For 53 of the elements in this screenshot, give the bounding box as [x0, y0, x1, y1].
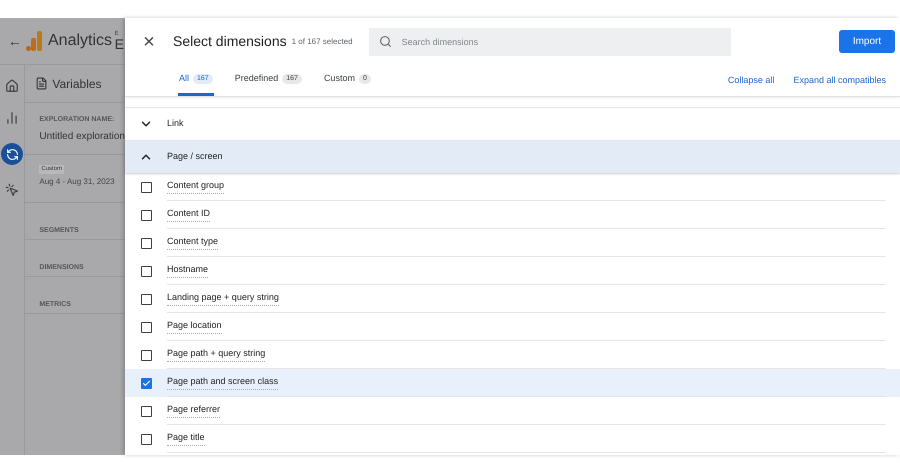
- exploration-name: Untitled exploration: [39, 130, 125, 144]
- dimension-row[interactable]: Content group: [125, 173, 900, 201]
- back-arrow[interactable]: ←: [0, 30, 30, 52]
- checkbox[interactable]: [140, 378, 152, 388]
- checkbox[interactable]: [140, 350, 152, 360]
- search-icon: [378, 34, 392, 48]
- dimension-row[interactable]: Hostname: [125, 257, 900, 285]
- dimension-label: Content type: [167, 235, 218, 250]
- import-button[interactable]: Import: [839, 30, 895, 53]
- checkbox[interactable]: [140, 182, 152, 192]
- dimension-label: Page location: [167, 319, 222, 334]
- dimension-label: Page referrer: [167, 403, 220, 418]
- selection-count: 1 of 167 selected: [292, 36, 353, 48]
- checkbox[interactable]: [140, 294, 152, 304]
- header-text: E: [114, 37, 124, 51]
- dimension-row[interactable]: Page referrer: [125, 397, 900, 425]
- dimension-row[interactable]: Page path and screen class: [125, 369, 900, 397]
- dimension-label: Page title: [167, 431, 205, 446]
- tab-label: Custom: [324, 72, 355, 86]
- group-label: Link: [167, 117, 184, 130]
- home-icon[interactable]: [5, 79, 20, 93]
- dimension-row[interactable]: Landing page + query string: [125, 285, 900, 313]
- dimension-label: Page path + query string: [167, 347, 266, 362]
- tab-label: All: [179, 72, 190, 86]
- app-name: Analytics: [48, 31, 112, 51]
- panel-title: Variables: [52, 76, 102, 92]
- tab-label: Predefined: [234, 72, 278, 86]
- group-header[interactable]: Page / screen: [125, 140, 900, 173]
- dimension-label: Content group: [167, 179, 224, 194]
- analytics-logo-icon: [26, 31, 42, 51]
- dimension-label: Hostname: [167, 263, 208, 278]
- checkbox[interactable]: [140, 266, 152, 276]
- dimension-label: Landing page + query string: [167, 291, 279, 306]
- dimension-row[interactable]: Content type: [125, 229, 900, 257]
- dimension-row[interactable]: Page location: [125, 313, 900, 341]
- action-link[interactable]: Collapse all: [728, 74, 774, 88]
- variables-icon: [35, 77, 48, 90]
- date-range: Aug 4 - Aug 31, 2023: [39, 176, 115, 188]
- dimension-row[interactable]: Content ID: [125, 201, 900, 229]
- action-link[interactable]: Expand all compatibles: [793, 74, 886, 88]
- group-label: Page / screen: [167, 150, 223, 164]
- checkbox[interactable]: [140, 406, 152, 416]
- checkbox[interactable]: [140, 322, 152, 332]
- checkbox[interactable]: [140, 238, 152, 248]
- close-button[interactable]: ×: [125, 32, 173, 52]
- group-header[interactable]: Link: [125, 107, 900, 140]
- checkbox[interactable]: [140, 434, 152, 444]
- checkbox[interactable]: [140, 210, 152, 220]
- dialog-title: Select dimensions: [173, 32, 287, 51]
- dimension-row[interactable]: Page title: [125, 425, 900, 453]
- dimension-label: Page path and screen class: [167, 375, 278, 390]
- dimension-label: Content ID: [167, 207, 210, 222]
- search-field[interactable]: Search dimensions: [368, 28, 731, 56]
